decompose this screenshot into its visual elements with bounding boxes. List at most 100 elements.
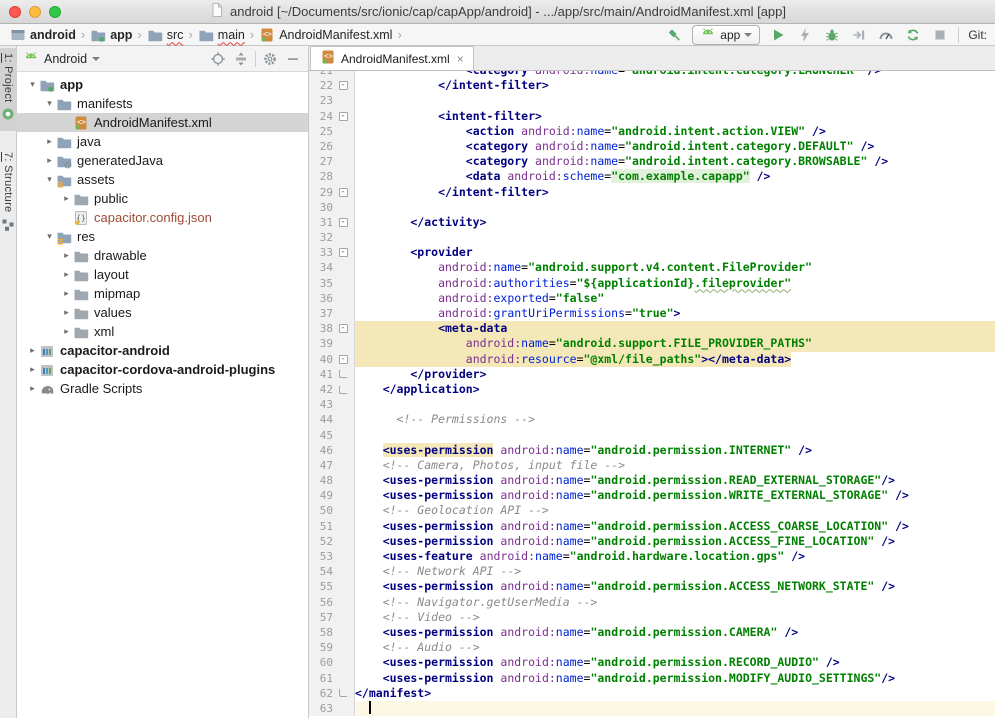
profiler-icon[interactable] [877,26,895,44]
tree-item-public[interactable]: ▸public [17,189,308,208]
code-line[interactable]: 50<!-- Geolocation API --> [309,503,995,518]
code-line[interactable]: 58<uses-permission android:name="android… [309,625,995,640]
run-configuration-select[interactable]: app [692,25,760,45]
collapse-all-icon[interactable] [232,50,250,68]
tree-item-mipmap[interactable]: ▸mipmap [17,284,308,303]
breadcrumb-main[interactable]: main [196,27,247,43]
code-line[interactable]: 44<!-- Permissions --> [309,412,995,427]
stop-button[interactable] [931,26,949,44]
code-line[interactable]: 51<uses-permission android:name="android… [309,519,995,534]
breadcrumb-androidmanifest-xml[interactable]: <>AndroidManifest.xml [257,27,394,43]
run-button[interactable] [769,26,787,44]
tree-item-generatedjava[interactable]: ▸generatedJava [17,151,308,170]
code-line[interactable]: 30 [309,200,995,215]
minimize-window-button[interactable] [29,6,41,18]
code-line[interactable]: 26<category android:name="android.intent… [309,139,995,154]
project-view-selector[interactable]: Android [44,52,87,66]
expand-arrow-icon[interactable]: ▾ [44,232,55,242]
code-line[interactable]: 37android:grantUriPermissions="true"> [309,306,995,321]
collapse-arrow-icon[interactable]: ▸ [61,194,72,204]
tool-button-structure[interactable]: 7: Structure [0,147,17,241]
tree-item-assets[interactable]: ▾assets [17,170,308,189]
code-line[interactable]: 55<uses-permission android:name="android… [309,579,995,594]
code-line[interactable]: 56<!-- Navigator.getUserMedia --> [309,595,995,610]
settings-gear-icon[interactable] [261,50,279,68]
code-line[interactable]: 46<uses-permission android:name="android… [309,443,995,458]
code-line[interactable]: 24-<intent-filter> [309,109,995,124]
code-line[interactable]: 54<!-- Network API --> [309,564,995,579]
expand-arrow-icon[interactable]: ▾ [44,99,55,109]
code-line[interactable]: 28<data android:scheme="com.example.capa… [309,169,995,184]
code-line[interactable]: 48<uses-permission android:name="android… [309,473,995,488]
code-line[interactable]: 21<category android:name="android.intent… [309,71,995,78]
code-line[interactable]: 42</application> [309,382,995,397]
fold-end-icon[interactable] [339,386,347,394]
code-line[interactable]: 39android:name="android.support.FILE_PRO… [309,336,995,351]
tree-item-values[interactable]: ▸values [17,303,308,322]
tree-item-manifests[interactable]: ▾manifests [17,94,308,113]
code-line[interactable]: 59<!-- Audio --> [309,640,995,655]
fold-end-icon[interactable] [339,689,347,697]
tree-item-layout[interactable]: ▸layout [17,265,308,284]
code-line[interactable]: 35android:authorities="${applicationId}.… [309,276,995,291]
code-line[interactable]: 36android:exported="false" [309,291,995,306]
code-line[interactable]: 22-</intent-filter> [309,78,995,93]
tree-item-androidmanifest-xml[interactable]: <>AndroidManifest.xml [17,113,308,132]
collapse-arrow-icon[interactable]: ▸ [27,346,38,356]
expand-arrow-icon[interactable]: ▾ [27,80,38,90]
collapse-arrow-icon[interactable]: ▸ [44,156,55,166]
collapse-arrow-icon[interactable]: ▸ [61,327,72,337]
code-line[interactable]: 63 [309,701,995,716]
code-line[interactable]: 25<action android:name="android.intent.a… [309,124,995,139]
fold-collapse-icon[interactable]: - [339,355,348,364]
tree-item-java[interactable]: ▸java [17,132,308,151]
tree-item-capacitor-android[interactable]: ▸capacitor-android [17,341,308,360]
code-line[interactable]: 57<!-- Video --> [309,610,995,625]
tree-item-xml[interactable]: ▸xml [17,322,308,341]
close-tab-icon[interactable]: × [457,52,464,66]
fold-collapse-icon[interactable]: - [339,218,348,227]
fold-collapse-icon[interactable]: - [339,248,348,257]
fold-end-icon[interactable] [339,370,347,378]
tree-item-gradle-scripts[interactable]: ▸Gradle Scripts [17,379,308,398]
zoom-window-button[interactable] [49,6,61,18]
tree-item-app[interactable]: ▾app [17,75,308,94]
code-editor[interactable]: 21<category android:name="android.intent… [309,71,995,718]
code-line[interactable]: 23 [309,93,995,108]
hide-panel-icon[interactable] [284,50,302,68]
code-line[interactable]: 52<uses-permission android:name="android… [309,534,995,549]
code-line[interactable]: 29-</intent-filter> [309,185,995,200]
code-line[interactable]: 31-</activity> [309,215,995,230]
breadcrumb-src[interactable]: src [145,27,186,43]
collapse-arrow-icon[interactable]: ▸ [44,137,55,147]
collapse-arrow-icon[interactable]: ▸ [61,289,72,299]
code-line[interactable]: 45 [309,428,995,443]
code-line[interactable]: 53<uses-feature android:name="android.ha… [309,549,995,564]
code-line[interactable]: 34android:name="android.support.v4.conte… [309,260,995,275]
tree-item-capacitor-cordova-android-plugins[interactable]: ▸capacitor-cordova-android-plugins [17,360,308,379]
tool-button-project[interactable]: 1: Project [0,48,17,131]
close-window-button[interactable] [9,6,21,18]
expand-arrow-icon[interactable]: ▾ [44,175,55,185]
fold-collapse-icon[interactable]: - [339,81,348,90]
code-line[interactable]: 49<uses-permission android:name="android… [309,488,995,503]
code-line[interactable]: 61<uses-permission android:name="android… [309,671,995,686]
collapse-arrow-icon[interactable]: ▸ [27,384,38,394]
instant-run-icon[interactable] [796,26,814,44]
locate-icon[interactable] [209,50,227,68]
code-line[interactable]: 62</manifest> [309,686,995,701]
code-line[interactable]: 41</provider> [309,367,995,382]
code-line[interactable]: 27<category android:name="android.intent… [309,154,995,169]
fold-collapse-icon[interactable]: - [339,112,348,121]
code-line[interactable]: 40-android:resource="@xml/file_paths"></… [309,352,995,367]
collapse-arrow-icon[interactable]: ▸ [61,270,72,280]
code-line[interactable]: 43 [309,397,995,412]
breadcrumb-app[interactable]: app [88,27,134,43]
code-line[interactable]: 33-<provider [309,245,995,260]
tree-item-drawable[interactable]: ▸drawable [17,246,308,265]
tree-item-capacitor-config-json[interactable]: {}capacitor.config.json [17,208,308,227]
tree-item-res[interactable]: ▾res [17,227,308,246]
editor-tab-androidmanifest[interactable]: <> AndroidManifest.xml × [310,46,474,70]
gradle-sync-icon[interactable] [904,26,922,44]
build-hammer-icon[interactable] [665,26,683,44]
